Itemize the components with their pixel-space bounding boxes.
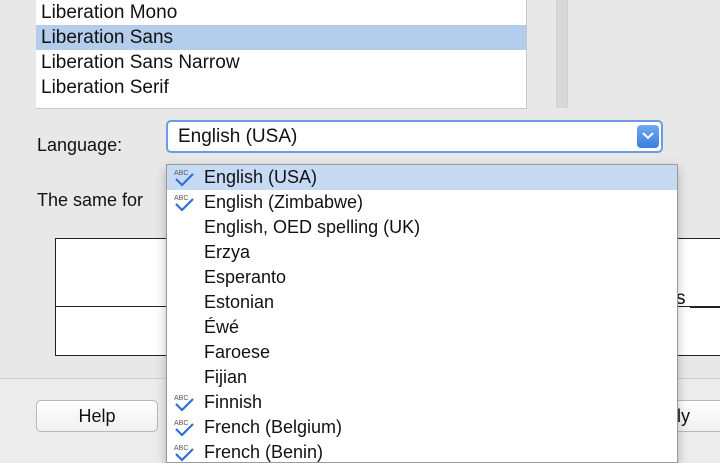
language-option-label: Éwé xyxy=(204,317,240,337)
language-option-label: Faroese xyxy=(204,342,271,362)
language-option[interactable]: English, OED spelling (UK) xyxy=(167,215,677,240)
language-option-label: Fijian xyxy=(204,367,248,387)
spellcheck-icon: ABC xyxy=(174,195,194,212)
same-for-label: The same for xyxy=(37,190,144,210)
language-dropdown-list[interactable]: ABC English (USA) ABC English (Zimbabwe)… xyxy=(166,164,678,463)
language-option[interactable]: Estonian xyxy=(167,290,677,315)
spellcheck-icon: ABC xyxy=(174,420,194,437)
font-list-item-selected[interactable]: Liberation Sans xyxy=(36,25,526,50)
panel-divider xyxy=(556,0,568,108)
language-option[interactable]: ABC English (USA) xyxy=(167,165,677,190)
language-option[interactable]: Faroese xyxy=(167,340,677,365)
language-option[interactable]: ABC French (Benin) xyxy=(167,440,677,462)
language-option-label: English (USA) xyxy=(204,167,318,187)
svg-text:ABC: ABC xyxy=(174,420,188,427)
preview-underline xyxy=(690,306,720,308)
spellcheck-icon: ABC xyxy=(174,395,194,412)
language-option[interactable]: Esperanto xyxy=(167,265,677,290)
language-option[interactable]: Fijian xyxy=(167,365,677,390)
chevron-down-icon[interactable] xyxy=(637,125,659,148)
language-option[interactable]: ABC French (Belgium) xyxy=(167,415,677,440)
spellcheck-icon: ABC xyxy=(174,170,194,187)
language-option-label: Erzya xyxy=(204,242,251,262)
font-list-item[interactable]: Liberation Sans Narrow xyxy=(36,50,526,75)
svg-text:ABC: ABC xyxy=(174,170,188,177)
language-label: Language: xyxy=(37,135,123,155)
spellcheck-icon: ABC xyxy=(174,445,194,462)
language-option-label: French (Benin) xyxy=(204,442,324,462)
language-option[interactable]: Éwé xyxy=(167,315,677,340)
language-option-label: English (Zimbabwe) xyxy=(204,192,364,212)
help-button[interactable]: Help xyxy=(36,400,158,432)
language-option-label: English, OED spelling (UK) xyxy=(204,217,421,237)
language-combobox-value: English (USA) xyxy=(178,126,298,147)
language-option-label: French (Belgium) xyxy=(204,417,343,437)
font-list-item[interactable]: Liberation Serif xyxy=(36,75,526,100)
language-combobox[interactable]: English (USA) xyxy=(166,120,663,153)
language-option-label: Esperanto xyxy=(204,267,287,287)
language-option[interactable]: ABC Finnish xyxy=(167,390,677,415)
svg-text:ABC: ABC xyxy=(174,395,188,402)
language-option[interactable]: Erzya xyxy=(167,240,677,265)
language-option[interactable]: ABC English (Zimbabwe) xyxy=(167,190,677,215)
language-option-label: Estonian xyxy=(204,292,275,312)
language-option-label: Finnish xyxy=(204,392,263,412)
svg-text:ABC: ABC xyxy=(174,195,188,202)
font-list[interactable]: Liberation Mono Liberation Sans Liberati… xyxy=(36,0,527,109)
font-list-item[interactable]: Liberation Mono xyxy=(36,0,526,25)
svg-text:ABC: ABC xyxy=(174,445,188,452)
